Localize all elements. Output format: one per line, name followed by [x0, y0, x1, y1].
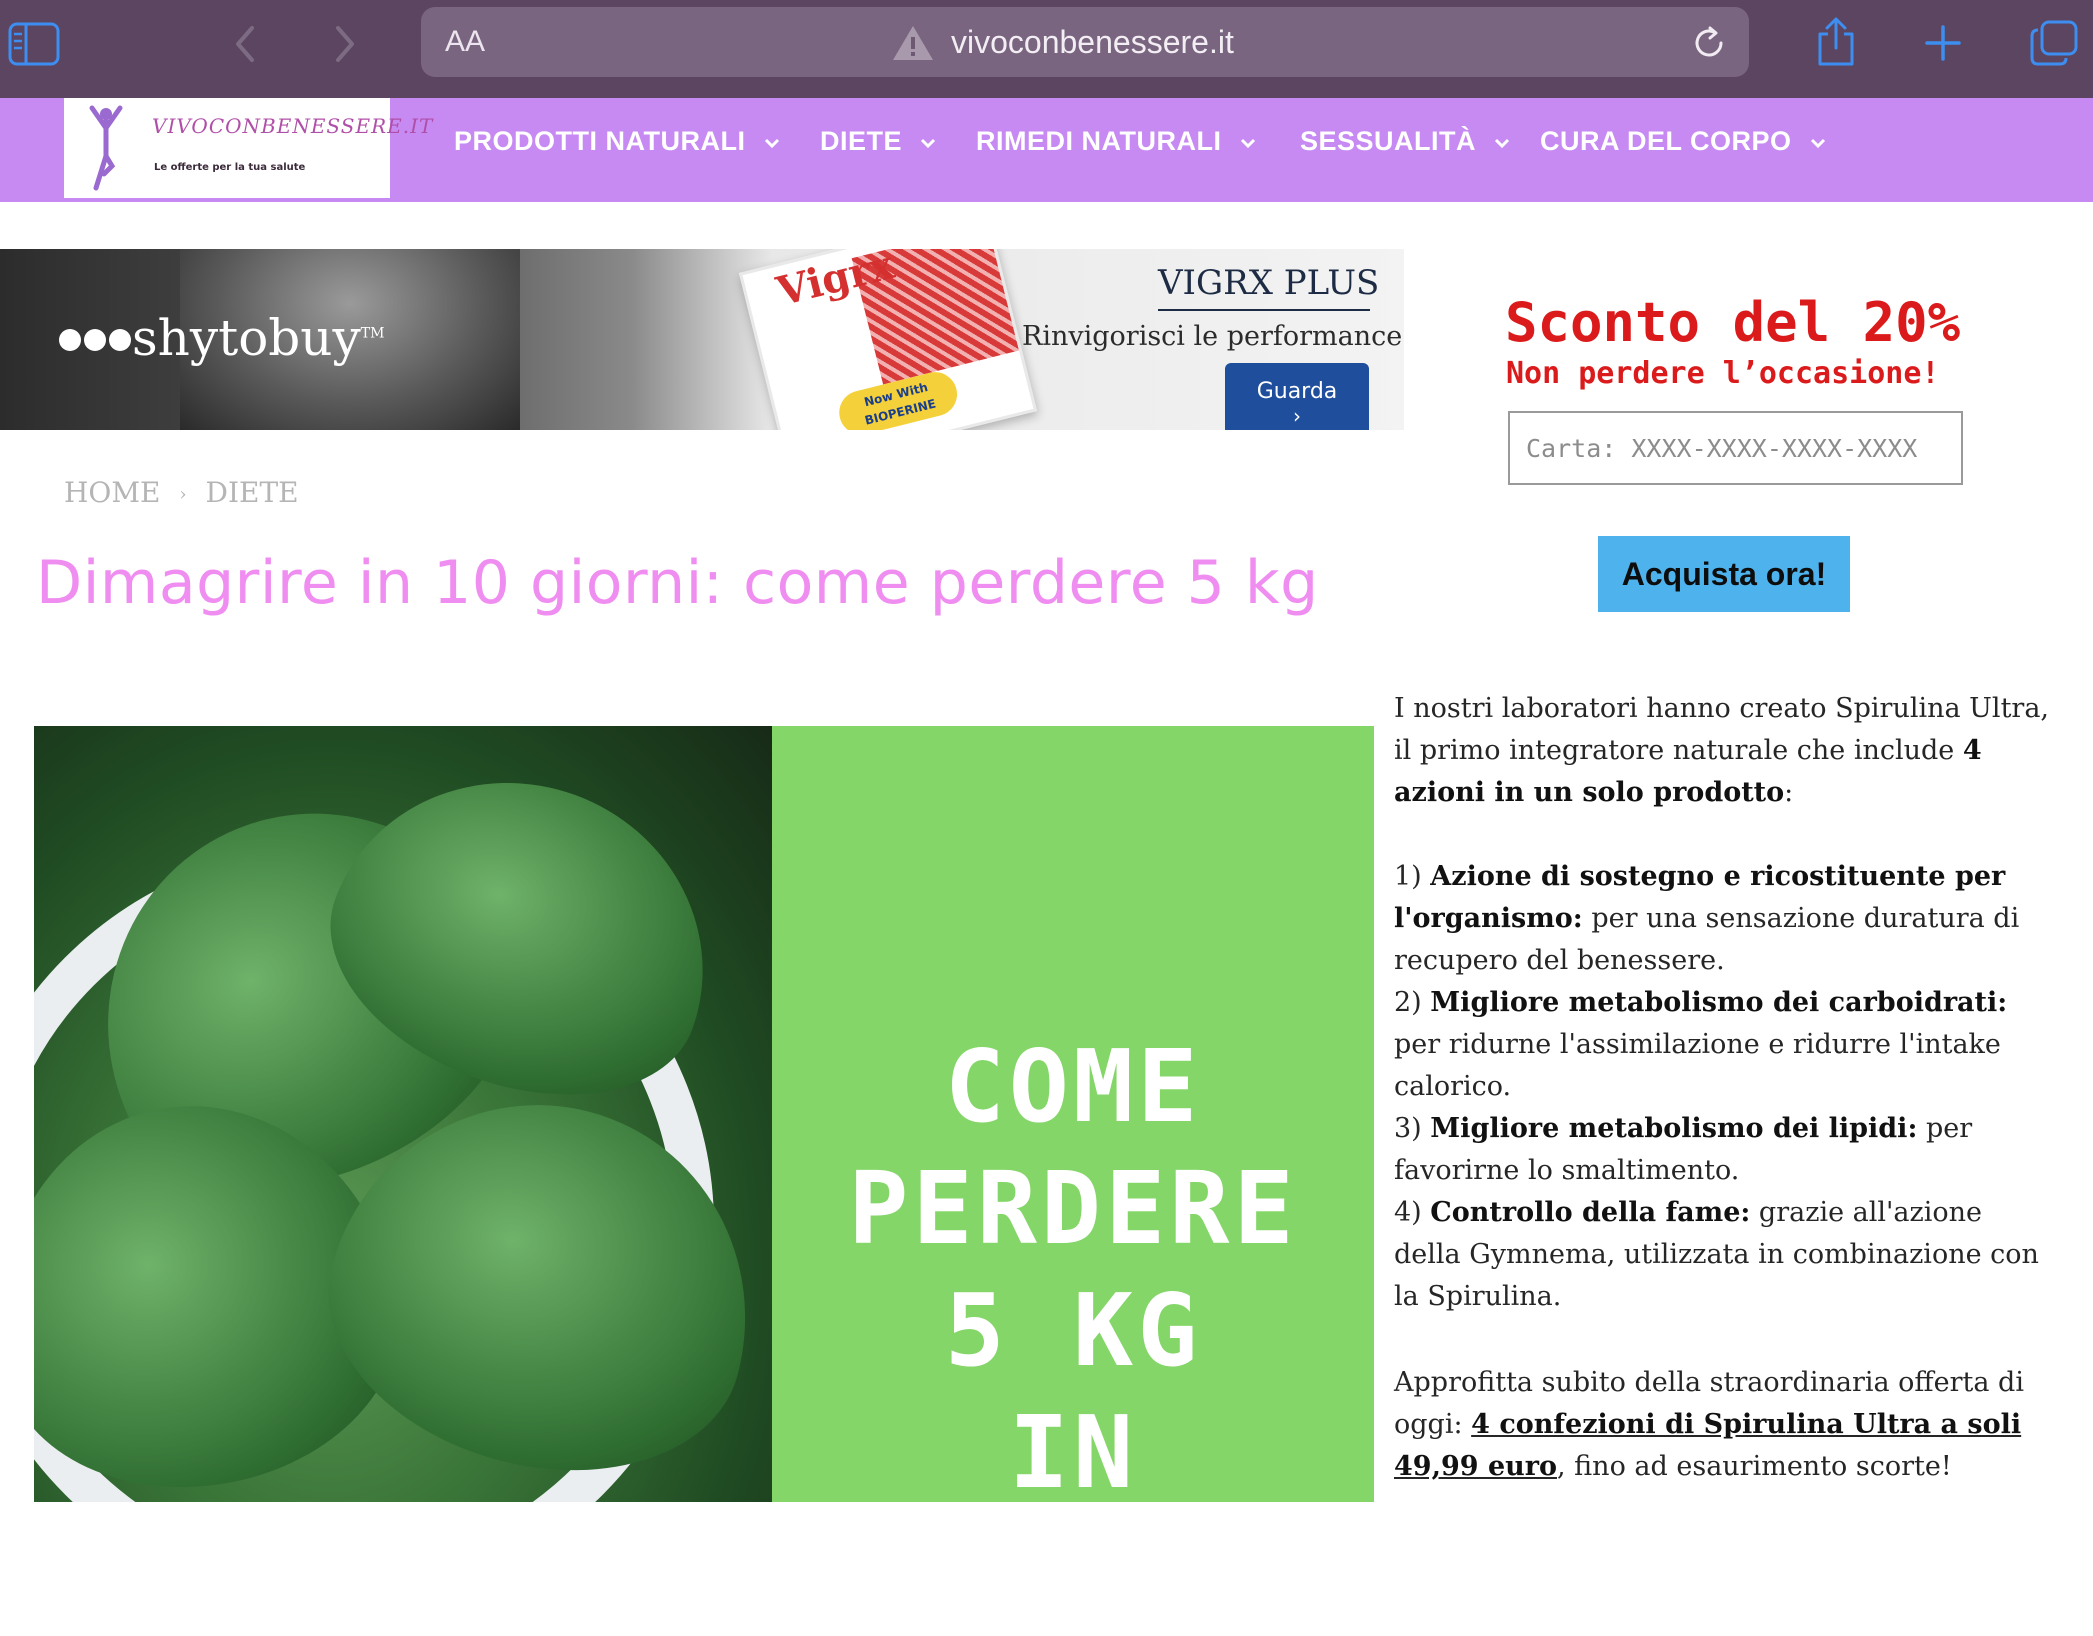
- chevron-down-icon: [764, 138, 779, 148]
- breadcrumb-home[interactable]: HOME: [64, 476, 160, 509]
- chevron-down-icon: [1494, 138, 1510, 148]
- nav-prodotti-naturali[interactable]: PRODOTTI NATURALI: [454, 126, 780, 157]
- breadcrumb: HOME › DIETE: [64, 476, 299, 509]
- banner-brand: shytobuyTM: [132, 309, 384, 367]
- new-tab-icon[interactable]: [1924, 24, 1962, 62]
- intro-text: I nostri laboratori hanno creato Spiruli…: [1394, 693, 2050, 766]
- buy-now-button[interactable]: Acquista ora!: [1598, 536, 1850, 612]
- page-title: Dimagrire in 10 giorni: come perdere 5 k…: [36, 548, 1319, 618]
- intro-paragraph: I nostri laboratori hanno creato Spiruli…: [1394, 688, 2054, 814]
- share-icon[interactable]: [1814, 16, 1858, 68]
- chevron-down-icon: [920, 138, 936, 148]
- chevron-right-icon: ›: [1293, 404, 1301, 428]
- intro-end: :: [1784, 777, 1794, 808]
- nav-diete[interactable]: DIETE: [820, 126, 936, 157]
- benefit-number: 2): [1394, 987, 1431, 1018]
- site-header: VIVOCONBENESSERE.IT Le offerte per la tu…: [0, 98, 2093, 202]
- logo-tagline: Le offerte per la tua salute: [154, 162, 306, 173]
- benefit-item: 3) Migliore metabolismo dei lipidi: per …: [1394, 1108, 2054, 1192]
- benefit-text: per ridurne l'assimilazione e ridurre l'…: [1394, 1029, 2001, 1102]
- nav-label: DIETE: [820, 126, 903, 156]
- reload-icon[interactable]: [1691, 25, 1727, 61]
- hero-caption: COME PERDERE 5 KG IN 10 GIORNI: [784, 1028, 1362, 1633]
- brand-name-text: shytobuy: [132, 309, 361, 367]
- benefit-title: Controllo della fame:: [1430, 1197, 1751, 1228]
- banner-divider: [1158, 309, 1370, 311]
- nav-label: PRODOTTI NATURALI: [454, 126, 746, 156]
- banner-product-name: VIGRX PLUS: [1158, 263, 1380, 303]
- logo-text: VIVOCONBENESSERE.IT: [152, 114, 434, 138]
- chevron-down-icon: [1240, 138, 1255, 148]
- brand-dots-icon: [59, 329, 131, 351]
- benefit-number: 1): [1394, 861, 1431, 892]
- ad-banner[interactable]: shytobuyTM Vigrx Now With BIOPERINE VIGR…: [0, 249, 1404, 430]
- text-size-button[interactable]: AA: [445, 25, 485, 59]
- offer-paragraph: Approfitta subito della straordinaria of…: [1394, 1362, 2054, 1488]
- site-logo[interactable]: VIVOCONBENESSERE.IT Le offerte per la tu…: [64, 98, 432, 198]
- nav-label: CURA DEL CORPO: [1540, 126, 1792, 156]
- warning-icon: [893, 26, 933, 60]
- browser-toolbar: AA vivoconbenessere.it: [0, 0, 2093, 98]
- spinach-photo: [34, 726, 794, 1502]
- benefit-item: 4) Controllo della fame: grazie all'azio…: [1394, 1192, 2054, 1318]
- nav-label: RIMEDI NATURALI: [976, 126, 1222, 156]
- benefits-list: 1) Azione di sostegno e ricostituente pe…: [1394, 856, 2054, 1318]
- nav-sessualita[interactable]: SESSUALITÀ: [1300, 126, 1510, 157]
- sidebar-toggle-icon[interactable]: [8, 22, 60, 66]
- banner-guarda-button[interactable]: Guarda ›: [1225, 363, 1369, 430]
- banner-tagline: Rinvigorisci le performance: [1022, 321, 1403, 352]
- benefit-title: Migliore metabolismo dei carboidrati:: [1430, 987, 2008, 1018]
- address-bar[interactable]: AA vivoconbenessere.it: [421, 7, 1749, 77]
- forward-icon[interactable]: [330, 24, 360, 64]
- nav-label: SESSUALITÀ: [1300, 126, 1477, 156]
- yoga-figure-icon: [89, 105, 123, 191]
- product-box-image: Vigrx Now With BIOPERINE: [738, 249, 1038, 430]
- benefit-title: Migliore metabolismo dei lipidi:: [1430, 1113, 1918, 1144]
- benefit-item: 1) Azione di sostegno e ricostituente pe…: [1394, 856, 2054, 982]
- benefit-number: 3): [1394, 1113, 1431, 1144]
- tabs-overview-icon[interactable]: [2030, 20, 2078, 66]
- back-icon[interactable]: [230, 24, 260, 64]
- chevron-down-icon: [1810, 138, 1825, 148]
- breadcrumb-diete[interactable]: DIETE: [206, 476, 299, 509]
- card-number-input[interactable]: [1508, 411, 1963, 485]
- trademark-text: TM: [360, 325, 385, 342]
- guarda-label: Guarda: [1256, 379, 1338, 404]
- nav-cura-del-corpo[interactable]: CURA DEL CORPO: [1540, 126, 1826, 157]
- promo-headline: Sconto del 20%: [1505, 291, 1961, 354]
- benefit-item: 2) Migliore metabolismo dei carboidrati:…: [1394, 982, 2054, 1108]
- url-text: vivoconbenessere.it: [951, 24, 1234, 60]
- promo-subline: Non perdere l’occasione!: [1506, 356, 1940, 391]
- nav-rimedi-naturali[interactable]: RIMEDI NATURALI: [976, 126, 1256, 157]
- offer-end: , fino ad esaurimento scorte!: [1557, 1451, 1952, 1482]
- benefit-number: 4): [1394, 1197, 1431, 1228]
- breadcrumb-separator: ›: [179, 484, 187, 505]
